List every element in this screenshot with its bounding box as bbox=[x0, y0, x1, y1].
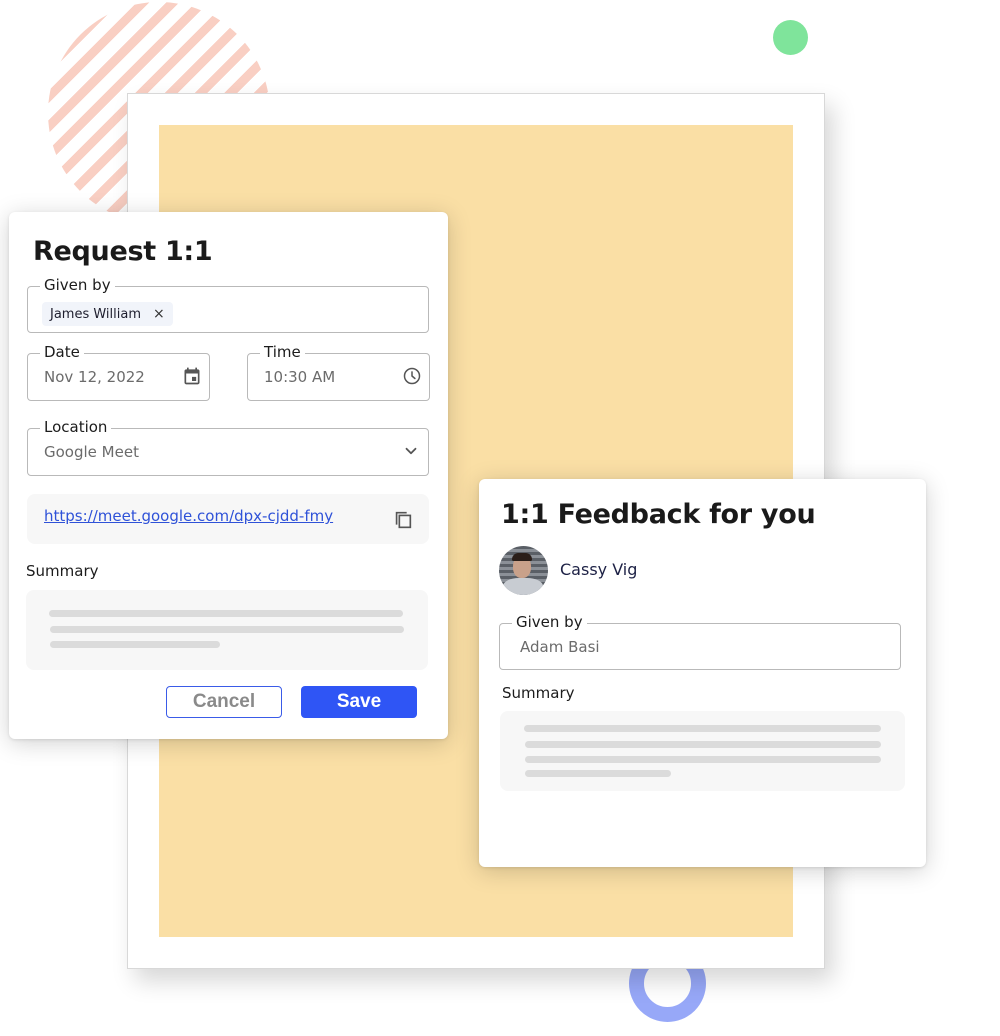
request-card-title: Request 1:1 bbox=[33, 236, 213, 267]
time-value: 10:30 AM bbox=[264, 368, 336, 386]
location-value: Google Meet bbox=[44, 443, 139, 461]
meeting-link[interactable]: https://meet.google.com/dpx-cjdd-fmy bbox=[44, 507, 333, 525]
time-label: Time bbox=[260, 343, 305, 361]
date-field[interactable]: Date Nov 12, 2022 bbox=[27, 343, 210, 401]
chip-remove-icon[interactable]: × bbox=[153, 306, 165, 322]
chip-label: James William bbox=[50, 306, 142, 322]
summary-placeholder-line bbox=[525, 756, 881, 763]
date-value: Nov 12, 2022 bbox=[44, 368, 145, 386]
date-label: Date bbox=[40, 343, 84, 361]
feedback-card: 1:1 Feedback for you Cassy Vig Given by … bbox=[479, 479, 926, 867]
given-by-chip: James William × bbox=[42, 302, 173, 326]
green-dot-decoration bbox=[773, 20, 808, 55]
calendar-icon[interactable] bbox=[181, 365, 203, 387]
person-name: Cassy Vig bbox=[560, 560, 638, 579]
avatar bbox=[499, 546, 548, 595]
feedback-given-by-field[interactable]: Given by Adam Basi bbox=[499, 613, 901, 670]
meeting-link-box: https://meet.google.com/dpx-cjdd-fmy bbox=[27, 494, 429, 544]
location-select[interactable]: Location Google Meet bbox=[27, 418, 429, 476]
summary-placeholder-line bbox=[525, 741, 881, 748]
feedback-summary-box[interactable] bbox=[500, 711, 905, 791]
feedback-card-title: 1:1 Feedback for you bbox=[501, 499, 816, 530]
location-label: Location bbox=[40, 418, 112, 436]
feedback-given-by-label: Given by bbox=[512, 613, 587, 631]
summary-placeholder-line bbox=[525, 770, 671, 777]
chevron-down-icon[interactable] bbox=[400, 440, 422, 462]
request-card: Request 1:1 Given by James William × Dat… bbox=[9, 212, 448, 739]
summary-textarea[interactable] bbox=[26, 590, 428, 670]
time-field[interactable]: Time 10:30 AM bbox=[247, 343, 430, 401]
summary-label: Summary bbox=[26, 562, 99, 580]
summary-placeholder-line bbox=[49, 610, 403, 617]
given-by-field[interactable]: Given by James William × bbox=[27, 276, 429, 333]
summary-placeholder-line bbox=[524, 725, 881, 732]
summary-placeholder-line bbox=[50, 641, 220, 648]
save-button[interactable]: Save bbox=[301, 686, 417, 718]
copy-icon[interactable] bbox=[392, 509, 414, 531]
clock-icon[interactable] bbox=[401, 365, 423, 387]
summary-placeholder-line bbox=[50, 626, 404, 633]
given-by-label: Given by bbox=[40, 276, 115, 294]
feedback-summary-label: Summary bbox=[502, 684, 575, 702]
feedback-given-by-value: Adam Basi bbox=[520, 638, 600, 656]
cancel-button[interactable]: Cancel bbox=[166, 686, 282, 718]
